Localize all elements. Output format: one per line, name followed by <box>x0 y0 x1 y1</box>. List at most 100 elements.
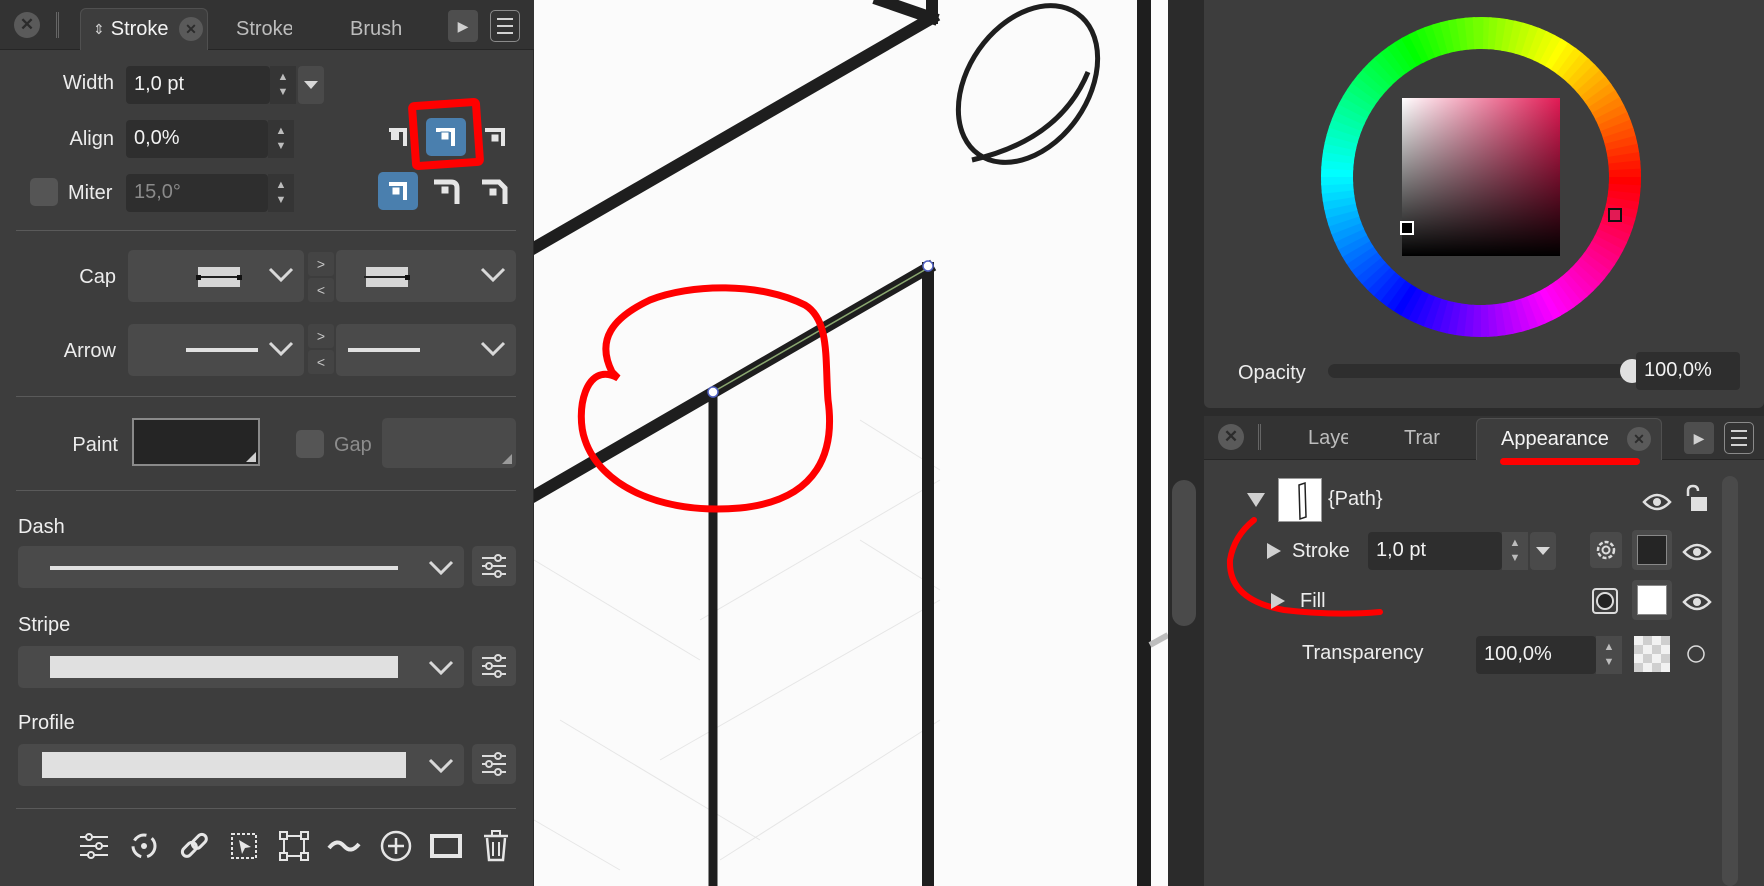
stroke-width-dropdown-icon[interactable] <box>1530 532 1556 570</box>
close-tab-icon[interactable]: ✕ <box>1627 427 1651 451</box>
tab-stroke-2[interactable]: Stroke <box>236 8 292 50</box>
close-icon[interactable]: ✕ <box>1218 424 1244 450</box>
hue-handle[interactable] <box>1608 208 1622 222</box>
tab-label: Stroke <box>110 18 169 40</box>
chevron-down-icon <box>268 341 294 357</box>
chevron-down-icon <box>268 267 294 283</box>
play-icon[interactable]: ▶ <box>448 10 478 42</box>
join-bevel-icon[interactable] <box>474 172 514 210</box>
join-miter-icon[interactable] <box>378 172 418 210</box>
paint-swatch[interactable] <box>132 418 260 466</box>
grip-icon[interactable] <box>1258 424 1261 450</box>
stroke-panel: ✕ ⇕ Stroke ✕ Stroke Brush ▶ Width 1,0 pt… <box>0 0 534 886</box>
disclosure-down-icon[interactable] <box>1246 492 1266 508</box>
play-icon[interactable]: ▶ <box>1684 422 1714 454</box>
grip-icon[interactable] <box>56 12 59 38</box>
gap-swatch[interactable] <box>382 418 516 468</box>
dash-label: Dash <box>18 516 65 538</box>
disclosure-right-icon[interactable] <box>1270 592 1286 610</box>
swap-right-icon[interactable]: > <box>308 252 334 276</box>
divider <box>16 490 516 491</box>
transparency-stepper[interactable]: ▲ ▼ <box>1596 636 1622 674</box>
align-label: Align <box>69 128 114 150</box>
dash-settings-icon[interactable] <box>472 546 516 586</box>
node-handle[interactable] <box>707 386 719 398</box>
gap-checkbox[interactable] <box>296 430 324 458</box>
sliders-icon[interactable] <box>76 828 112 864</box>
dash-dropdown[interactable] <box>18 546 464 588</box>
miter-checkbox[interactable] <box>30 178 58 206</box>
transform-icon[interactable] <box>276 828 312 864</box>
eye-icon[interactable] <box>1682 590 1712 614</box>
tab-stroke[interactable]: ⇕ Stroke ✕ <box>80 8 208 50</box>
node-handle[interactable] <box>922 260 934 272</box>
tab-label: Appearance <box>1501 428 1609 450</box>
profile-dropdown[interactable] <box>18 744 464 786</box>
profile-settings-icon[interactable] <box>472 744 516 784</box>
menu-icon[interactable] <box>490 10 520 42</box>
eye-icon[interactable] <box>1682 540 1712 564</box>
chevron-down-icon <box>480 267 506 283</box>
tab-brush[interactable]: Brush <box>350 8 402 50</box>
unlock-icon[interactable] <box>1682 484 1708 514</box>
swap-right-icon[interactable]: > <box>308 324 334 348</box>
isometric-grid <box>533 419 941 871</box>
chevron-down-icon <box>428 560 454 576</box>
stripe-settings-icon[interactable] <box>472 646 516 686</box>
swap-left-icon[interactable]: < <box>308 278 334 302</box>
add-icon[interactable] <box>378 828 414 864</box>
select-icon[interactable] <box>226 828 262 864</box>
transparency-swatch[interactable] <box>1634 636 1670 672</box>
eye-icon[interactable] <box>1642 490 1672 514</box>
rotate-icon[interactable] <box>126 828 162 864</box>
swap-left-icon[interactable]: < <box>308 350 334 374</box>
cap-end-dropdown[interactable] <box>336 250 516 302</box>
arrow-start-dropdown[interactable] <box>128 324 304 376</box>
width-dropdown-icon[interactable] <box>298 66 324 104</box>
disclosure-right-icon[interactable] <box>1266 542 1282 560</box>
stroke-width-stepper[interactable]: ▲ ▼ <box>1502 532 1528 570</box>
dash-preview <box>50 566 398 570</box>
close-icon[interactable]: ✕ <box>14 12 40 38</box>
appearance-tabbar: ✕ Laye Trar Appearance ✕ ▶ <box>1204 416 1764 465</box>
cap-start-dropdown[interactable] <box>128 250 304 302</box>
opacity-slider[interactable] <box>1328 359 1644 383</box>
opacity-input[interactable]: 100,0% <box>1636 352 1740 390</box>
stroke-width-input[interactable]: 1,0 pt <box>1368 532 1502 570</box>
wave-icon[interactable] <box>326 828 362 864</box>
stroke-label: Stroke <box>1292 540 1350 562</box>
stripe-dropdown[interactable] <box>18 646 464 688</box>
cap-label: Cap <box>79 266 116 288</box>
link-icon[interactable] <box>176 828 212 864</box>
transparency-input[interactable]: 100,0% <box>1476 636 1596 674</box>
width-stepper[interactable]: ▲ ▼ <box>270 66 296 104</box>
stroke-color-swatch[interactable] <box>1632 530 1672 570</box>
gear-icon[interactable] <box>1590 532 1622 568</box>
cap-butt-icon <box>364 267 410 287</box>
join-round-icon[interactable] <box>426 172 466 210</box>
trash-icon[interactable] <box>478 828 514 864</box>
width-input[interactable]: 1,0 pt <box>126 66 270 104</box>
miter-stepper[interactable]: ▲ ▼ <box>268 174 294 212</box>
stripe-preview <box>50 656 398 678</box>
chevron-down-icon <box>428 660 454 676</box>
align-input[interactable]: 0,0% <box>126 120 268 158</box>
color-wheel[interactable] <box>1204 0 1764 408</box>
transparency-label: Transparency <box>1302 642 1424 664</box>
rectangle-icon[interactable] <box>428 828 464 864</box>
tab-layers[interactable]: Laye <box>1308 416 1348 460</box>
appearance-scrollbar[interactable] <box>1722 476 1738 886</box>
close-tab-icon[interactable]: ✕ <box>179 17 203 41</box>
fill-type-icon[interactable] <box>1592 588 1618 614</box>
arrow-end-dropdown[interactable] <box>336 324 516 376</box>
tab-appearance[interactable]: Appearance ✕ <box>1476 418 1662 460</box>
tab-transform[interactable]: Trar <box>1404 416 1444 460</box>
menu-icon[interactable] <box>1724 422 1754 454</box>
paint-label: Paint <box>72 434 118 456</box>
fill-color-swatch[interactable] <box>1632 580 1672 620</box>
align-stepper[interactable]: ▲ ▼ <box>268 120 294 158</box>
radio-icon[interactable] <box>1686 644 1706 664</box>
saturation-handle[interactable] <box>1400 221 1414 235</box>
miter-input[interactable]: 15,0° <box>126 174 268 212</box>
dock-scrollbar[interactable] <box>1172 480 1196 626</box>
